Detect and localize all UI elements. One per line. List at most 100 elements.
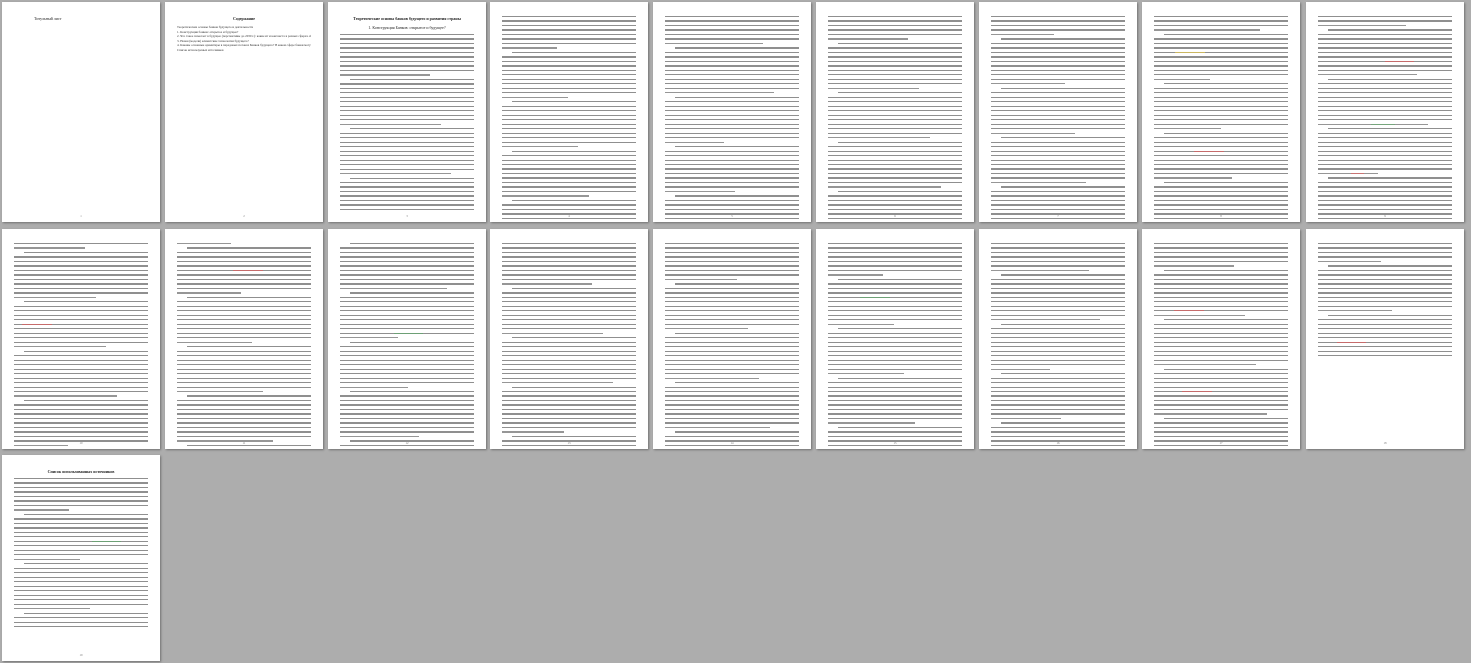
- text-line: [991, 243, 1125, 245]
- text-line: [1154, 60, 1288, 63]
- text-line: [1164, 181, 1288, 184]
- text-line: [340, 368, 474, 370]
- text-line: [665, 274, 799, 276]
- text-line: [1154, 168, 1288, 170]
- text-line: [177, 413, 311, 415]
- text-line: [502, 114, 636, 116]
- toc-entry[interactable]: Список используемых источников: [177, 48, 311, 53]
- text-line: [665, 177, 799, 179]
- text-line: [828, 301, 962, 303]
- text-line: [502, 172, 636, 175]
- text-line: [828, 110, 962, 112]
- text-line: [665, 29, 799, 31]
- text-line: [828, 181, 962, 184]
- text-line: [177, 440, 274, 442]
- text-line: [1154, 296, 1288, 298]
- text-line: [502, 29, 636, 31]
- text-line: [1318, 141, 1452, 143]
- text-line: [502, 301, 636, 303]
- page-number: 19: [79, 653, 83, 657]
- text-line: [187, 296, 311, 298]
- text-line: [14, 346, 107, 348]
- text-line: [665, 417, 799, 420]
- highlighted-word: [22, 323, 52, 325]
- text-line: [177, 359, 311, 361]
- page-thumbnail[interactable]: 3 Теоретические основы банков будущего и …: [328, 2, 486, 222]
- text-line: [14, 323, 148, 325]
- page-thumbnail[interactable]: 15: [816, 229, 974, 449]
- text-line: [991, 217, 1125, 219]
- text-line: [350, 440, 474, 442]
- text-line: [1164, 319, 1288, 321]
- page-body: Содержание Теоретические основы банков бу…: [177, 16, 311, 210]
- text-line: [502, 42, 636, 45]
- text-line: [1318, 274, 1452, 276]
- text-line: [1154, 78, 1211, 80]
- chapter-subheading: 1. Конструкция Банков: открытое и будуще…: [368, 25, 446, 30]
- page-thumbnail[interactable]: 19 Список использованных источников: [2, 455, 160, 661]
- page-thumbnail[interactable]: 17: [1142, 229, 1300, 449]
- text-line: [991, 386, 1125, 388]
- page-thumbnail[interactable]: 4: [490, 2, 648, 222]
- page-body: Теоретические основы банков будущего и р…: [340, 16, 474, 211]
- text-line: [502, 159, 636, 161]
- page-thumbnail[interactable]: 7: [979, 2, 1137, 222]
- page-thumbnail[interactable]: 13: [490, 229, 648, 449]
- text-line: [14, 431, 148, 433]
- text-line: [1154, 186, 1288, 188]
- text-line: [14, 549, 148, 551]
- page-thumbnail[interactable]: 10: [2, 229, 160, 449]
- text-line: [991, 110, 1125, 112]
- highlighted-word: [91, 540, 122, 542]
- text-line: [1154, 301, 1288, 303]
- text-line: [14, 435, 148, 438]
- page-thumbnail[interactable]: 16: [979, 229, 1137, 449]
- text-line: [1154, 146, 1288, 148]
- text-line: [1154, 422, 1288, 424]
- page-thumbnail[interactable]: 14: [653, 229, 811, 449]
- text-line: [1318, 217, 1452, 219]
- text-line: [1318, 190, 1452, 193]
- page-thumbnail[interactable]: 8: [1142, 2, 1300, 222]
- text-line: [1154, 251, 1288, 254]
- text-line: [502, 190, 636, 193]
- text-line: [1164, 83, 1288, 85]
- text-line: [665, 386, 799, 388]
- page-thumbnail[interactable]: 11: [165, 229, 323, 449]
- text-line: [14, 305, 148, 307]
- text-line: [502, 341, 636, 343]
- page-thumbnail[interactable]: 18: [1306, 229, 1464, 449]
- text-line: [828, 60, 962, 63]
- text-line: [177, 382, 311, 384]
- text-line: [665, 399, 799, 402]
- text-line: [828, 422, 916, 424]
- page-thumbnail[interactable]: 2 Содержание Теоретические основы банков б…: [165, 2, 323, 222]
- text-line: [1318, 332, 1452, 334]
- text-line: [340, 141, 474, 143]
- text-line: [991, 305, 1125, 307]
- text-line: [991, 204, 1125, 206]
- document-viewport[interactable]: 1 Титульный лист 2 Содержание Теоретические …: [0, 0, 1471, 663]
- text-line: [828, 213, 962, 215]
- text-line: [340, 301, 474, 303]
- page-thumbnail[interactable]: 6: [816, 2, 974, 222]
- text-line: [665, 132, 799, 134]
- text-line: [24, 251, 148, 254]
- text-line: [665, 24, 799, 27]
- title-page-label: Титульный лист: [34, 16, 62, 21]
- text-line: [1154, 92, 1288, 94]
- page-thumbnail[interactable]: 12: [328, 229, 486, 449]
- page-thumbnail[interactable]: 1 Титульный лист: [2, 2, 160, 222]
- toc-entry-label: 3. Новая (модели) клиентские технологии …: [177, 38, 249, 43]
- page-thumbnail[interactable]: 9: [1306, 2, 1464, 222]
- page-thumbnail[interactable]: 5: [653, 2, 811, 222]
- text-line: [14, 486, 148, 489]
- text-line: [665, 278, 738, 281]
- text-line: [1154, 377, 1288, 379]
- text-line: [1318, 337, 1452, 339]
- text-line: [828, 87, 920, 89]
- text-line: [665, 444, 799, 446]
- text-line: [1154, 155, 1288, 157]
- page-number: 1: [80, 214, 82, 218]
- text-line: [665, 74, 799, 76]
